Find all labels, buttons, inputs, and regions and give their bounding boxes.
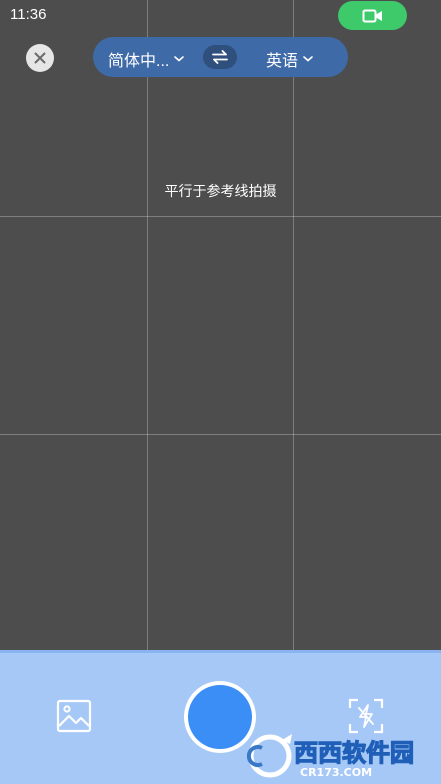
camera-translate-screen: 11:36 简体中... 英语 平行于参考线拍摄 西西软件园 CR173.COM <box>0 0 441 784</box>
watermark-brand: 西西软件园 <box>294 739 414 767</box>
watermark-site: CR173.COM <box>300 766 372 778</box>
guide-line-horizontal-1 <box>0 216 441 217</box>
alignment-hint: 平行于参考线拍摄 <box>164 183 277 199</box>
guide-line-horizontal-2 <box>0 434 441 435</box>
target-language-dropdown[interactable]: 英语 <box>266 47 313 71</box>
video-camera-icon <box>362 9 382 22</box>
swap-arrows-icon <box>212 50 228 64</box>
gallery-button[interactable] <box>56 698 92 734</box>
source-language-label: 简体中... <box>108 53 170 70</box>
guide-line-vertical-2 <box>293 0 294 650</box>
gallery-image-icon <box>56 699 92 733</box>
shutter-inner <box>188 685 252 749</box>
flash-off-icon <box>348 698 384 734</box>
source-language-dropdown[interactable]: 简体中... <box>108 47 185 71</box>
video-mode-button[interactable] <box>338 1 407 30</box>
watermark: 西西软件园 CR173.COM <box>244 730 434 779</box>
language-selector: 简体中... 英语 <box>93 37 348 77</box>
status-time: 11:36 <box>10 6 47 23</box>
panel-top-border <box>0 650 441 653</box>
guide-line-vertical-1 <box>147 0 148 650</box>
chevron-down-icon <box>303 56 313 62</box>
target-language-label: 英语 <box>266 53 299 70</box>
swap-languages-button[interactable] <box>203 45 237 69</box>
close-icon <box>34 52 46 64</box>
flash-toggle-button[interactable] <box>348 698 384 734</box>
chevron-down-icon <box>174 56 185 62</box>
close-button[interactable] <box>26 44 54 72</box>
